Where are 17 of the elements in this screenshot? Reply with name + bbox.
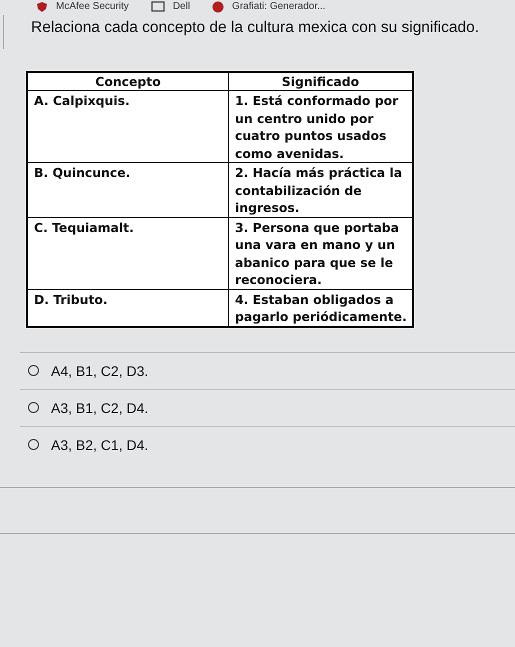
question-text: Relaciona cada concepto de la cultura mexica con su significado.	[3, 15, 515, 49]
option-label: A3, B1, C2, D4.	[51, 400, 148, 416]
circle-icon	[212, 0, 224, 12]
table-cell: B. Quincunce.	[27, 162, 228, 217]
radio-button[interactable]	[28, 402, 39, 413]
square-icon	[150, 1, 165, 12]
bookmark-link[interactable]: Dell	[150, 0, 190, 12]
radio-button[interactable]	[28, 439, 39, 450]
option-label: A4, B1, C2, D3.	[51, 362, 148, 378]
table-cell: A. Calpixquis.	[27, 90, 228, 162]
shield-icon	[36, 0, 48, 12]
radio-button[interactable]	[28, 365, 39, 376]
option-label: A3, B2, C1, D4.	[51, 436, 148, 452]
bookmark-link[interactable]: Grafiati: Generador...	[212, 0, 326, 12]
column-header: Concepto	[27, 72, 228, 90]
bookmark-link[interactable]: McAfee Security	[36, 0, 129, 12]
table-cell: C. Tequiamalt.	[27, 217, 228, 289]
